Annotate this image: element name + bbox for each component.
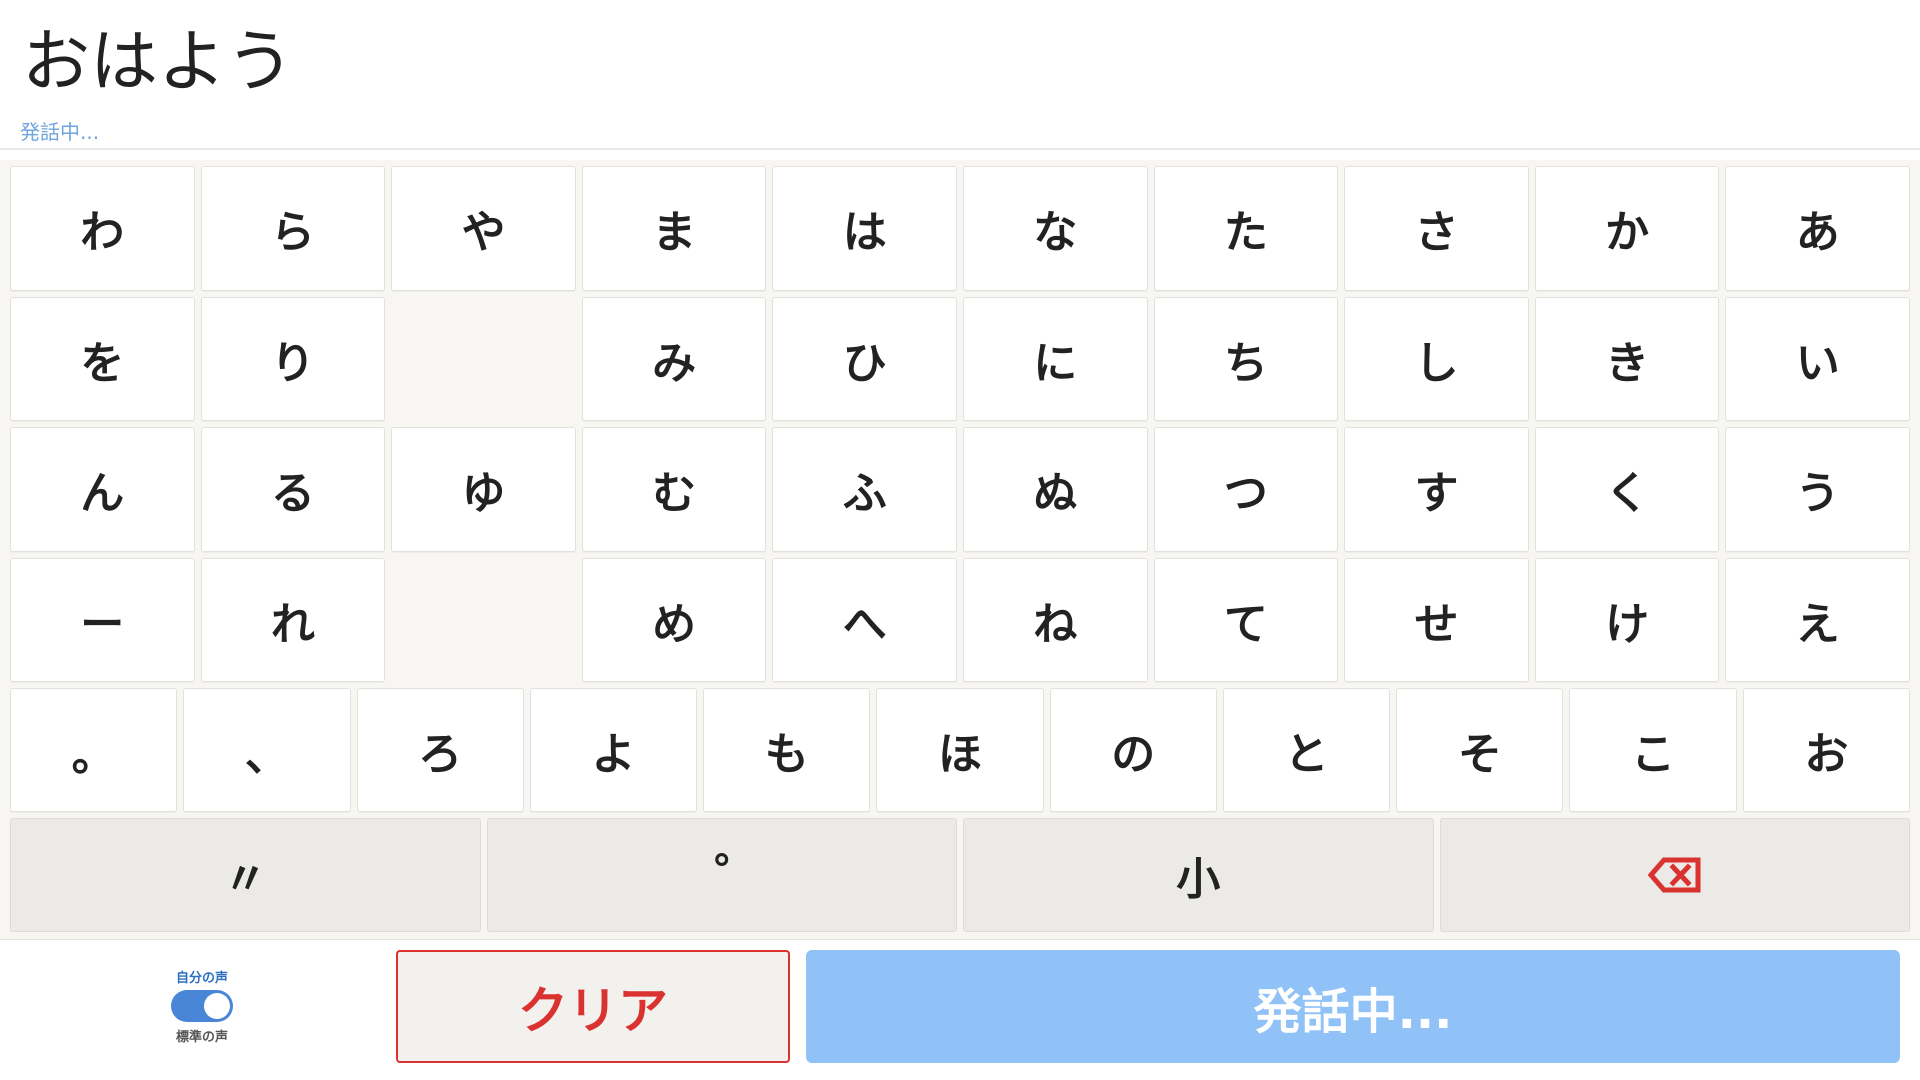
key-ru[interactable]: る: [200, 427, 386, 552]
key-u[interactable]: う: [1725, 427, 1910, 552]
dakuten-key[interactable]: 〃: [10, 818, 481, 932]
key-he[interactable]: へ: [772, 557, 957, 682]
key-blank: [391, 558, 576, 683]
key-ke[interactable]: け: [1534, 557, 1720, 682]
function-key-row: 〃 ° 小: [10, 818, 1910, 932]
key-blank: [391, 297, 576, 422]
toggle-label-own-voice: 自分の声: [175, 971, 228, 986]
key-long-vowel[interactable]: ー: [10, 557, 195, 682]
key-a[interactable]: あ: [1725, 166, 1910, 291]
key-ma[interactable]: ま: [581, 166, 767, 291]
key-ya[interactable]: や: [391, 166, 576, 291]
key-ro[interactable]: ろ: [356, 688, 524, 812]
voice-switch[interactable]: [171, 990, 233, 1022]
key-sa[interactable]: さ: [1344, 166, 1529, 291]
kana-grid: わ ら や ま は な た さ か あ を り み ひ に ち し き い ん …: [10, 166, 1910, 682]
key-n[interactable]: ん: [10, 427, 195, 552]
key-period[interactable]: 。: [10, 688, 178, 812]
key-e[interactable]: え: [1725, 557, 1910, 682]
small-kana-key[interactable]: 小: [963, 818, 1434, 932]
key-hi[interactable]: ひ: [772, 296, 957, 421]
key-yu[interactable]: ゆ: [391, 427, 576, 552]
backspace-icon: [1647, 857, 1701, 893]
key-o[interactable]: お: [1742, 688, 1910, 812]
key-ri[interactable]: り: [200, 296, 386, 421]
key-se[interactable]: せ: [1344, 557, 1529, 682]
key-te[interactable]: て: [1153, 557, 1339, 682]
key-mu[interactable]: む: [581, 427, 767, 552]
key-ki[interactable]: き: [1534, 296, 1720, 421]
key-chi[interactable]: ち: [1153, 296, 1339, 421]
key-tsu[interactable]: つ: [1153, 427, 1339, 552]
kana-keyboard: わ ら や ま は な た さ か あ を り み ひ に ち し き い ん …: [0, 160, 1920, 940]
action-bar: 自分の声 標準の声 クリア 発話中...: [0, 940, 1920, 1080]
key-na[interactable]: な: [963, 166, 1148, 291]
key-shi[interactable]: し: [1344, 296, 1529, 421]
key-ko[interactable]: こ: [1569, 688, 1737, 812]
composed-text: おはよう: [22, 23, 295, 102]
key-wa[interactable]: わ: [10, 166, 195, 291]
key-ni[interactable]: に: [963, 296, 1148, 421]
key-ho[interactable]: ほ: [876, 688, 1044, 812]
backspace-key[interactable]: [1439, 818, 1910, 932]
key-me[interactable]: め: [581, 557, 767, 682]
key-so[interactable]: そ: [1396, 688, 1564, 812]
key-fu[interactable]: ふ: [772, 427, 957, 552]
key-ha[interactable]: は: [772, 166, 957, 291]
key-yo[interactable]: よ: [529, 688, 698, 812]
clear-button[interactable]: クリア: [396, 950, 790, 1063]
key-no[interactable]: の: [1049, 688, 1217, 812]
kana-row-o: 。 、 ろ よ も ほ の と そ こ お: [10, 688, 1910, 812]
key-mo[interactable]: も: [703, 688, 871, 812]
key-ne[interactable]: ね: [963, 557, 1148, 682]
voice-toggle[interactable]: 自分の声 標準の声: [170, 967, 234, 1045]
toggle-label-standard-voice: 標準の声: [175, 1030, 228, 1045]
key-comma[interactable]: 、: [183, 688, 351, 812]
key-ta[interactable]: た: [1153, 166, 1339, 291]
key-ka[interactable]: か: [1534, 166, 1720, 291]
key-i[interactable]: い: [1725, 296, 1910, 421]
key-to[interactable]: と: [1222, 688, 1391, 812]
speaking-status: 発話中...: [20, 120, 100, 144]
key-re[interactable]: れ: [200, 557, 386, 682]
key-ra[interactable]: ら: [200, 166, 386, 291]
handakuten-key[interactable]: °: [486, 818, 957, 932]
speak-button[interactable]: 発話中...: [806, 950, 1900, 1063]
key-nu[interactable]: ぬ: [963, 427, 1148, 552]
key-ku[interactable]: く: [1534, 427, 1720, 552]
key-wo[interactable]: を: [10, 296, 195, 421]
switch-knob: [204, 993, 230, 1019]
text-display-area: おはよう 発話中...: [0, 0, 1920, 150]
key-mi[interactable]: み: [581, 296, 767, 421]
key-su[interactable]: す: [1344, 427, 1529, 552]
